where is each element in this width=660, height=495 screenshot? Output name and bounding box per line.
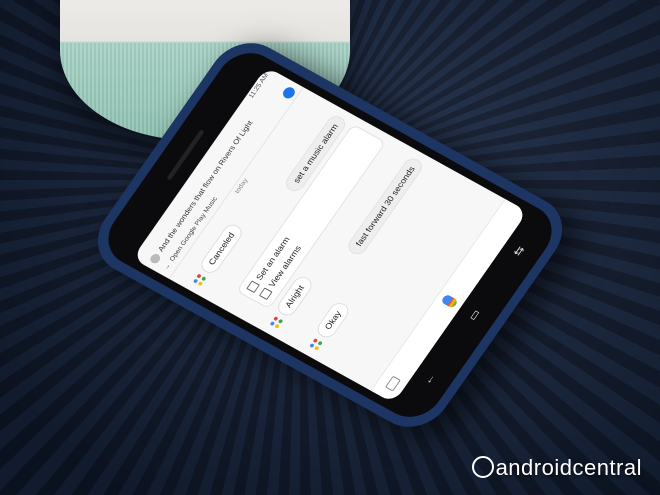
keyboard-icon[interactable] <box>384 375 401 392</box>
back-icon[interactable]: ← <box>416 365 442 392</box>
androidcentral-logo-icon <box>471 456 494 478</box>
home-icon[interactable]: ▭ <box>461 301 487 328</box>
arrow-icon: → <box>162 262 172 272</box>
assistant-icon <box>268 315 284 330</box>
watermark: androidcentral <box>471 455 642 481</box>
watermark-text: androidcentral <box>495 455 642 480</box>
microphone-icon[interactable] <box>440 293 459 309</box>
alarm-list-icon <box>258 287 273 301</box>
assistant-icon <box>191 272 207 287</box>
assistant-icon <box>308 337 324 352</box>
recents-icon[interactable]: ⇆ <box>506 237 532 264</box>
